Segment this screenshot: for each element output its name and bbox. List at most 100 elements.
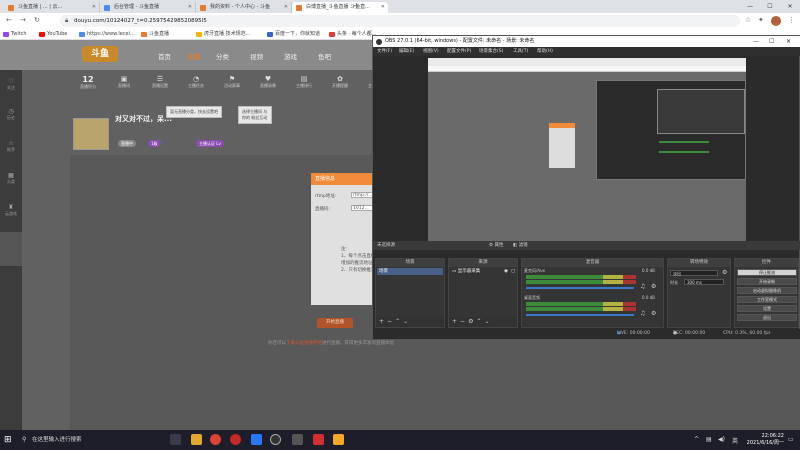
down-icon[interactable]: ⌄ — [403, 318, 411, 325]
close-tab-icon[interactable]: ✕ — [188, 2, 192, 13]
virtual-camera-button[interactable]: 启动虚拟摄像机 — [737, 287, 797, 294]
ime-icon[interactable]: 英 — [732, 436, 738, 445]
stat-item[interactable]: ✿ 开播提醒 — [322, 75, 358, 89]
menu-icon[interactable]: ⋮ — [788, 16, 795, 24]
menu-profile[interactable]: 配置文件(P) — [447, 47, 471, 56]
app-icon[interactable] — [333, 434, 344, 445]
network-icon[interactable]: ▤ — [706, 436, 712, 443]
netease-music-icon[interactable] — [230, 434, 241, 445]
tray-chevron-icon[interactable]: ^ — [694, 436, 699, 443]
volume-icon[interactable]: ◀) — [718, 436, 725, 443]
minimize-icon[interactable]: — — [740, 0, 760, 13]
chrome-icon[interactable] — [210, 434, 221, 445]
sidebar-item-category[interactable]: ▦ 分类 — [0, 172, 22, 185]
obs-preview[interactable] — [428, 58, 746, 241]
bookmark-item[interactable]: 虎牙直播 技术规范... — [195, 29, 250, 40]
gear-icon[interactable]: ⚙ — [722, 269, 727, 276]
task-view-icon[interactable] — [170, 434, 181, 445]
stop-stream-button[interactable]: 停止推流 — [737, 269, 797, 276]
taskbar-clock[interactable]: 22:06:22 2021/6/16/周一 — [747, 433, 784, 447]
speaker-icon[interactable]: ♫ — [640, 283, 645, 290]
nav-yuba[interactable]: 鱼吧 — [318, 51, 331, 61]
address-bar[interactable]: 🔒︎ douyu.com/10124027_t=0.25975429852089… — [60, 15, 740, 27]
eye-icon[interactable]: ◉ — [504, 268, 508, 275]
bookmark-item[interactable]: https://www.lecei... — [78, 29, 135, 40]
add-icon[interactable]: + — [379, 318, 387, 325]
profile-avatar[interactable] — [771, 16, 781, 26]
close-icon[interactable]: ✕ — [786, 36, 791, 47]
forward-icon[interactable]: → — [20, 16, 26, 24]
windows-start-icon[interactable]: ⊞ — [4, 435, 12, 445]
sidebar-item-follow[interactable]: ♡ 关注 — [0, 78, 22, 91]
terminal-icon[interactable] — [292, 434, 303, 445]
app-icon[interactable] — [313, 434, 324, 445]
menu-file[interactable]: 文件(F) — [377, 47, 392, 56]
close-icon[interactable]: ✕ — [780, 0, 800, 13]
maximize-icon[interactable]: ☐ — [769, 36, 774, 47]
nav-live[interactable]: 直播 — [187, 51, 200, 61]
exit-button[interactable]: 退出 — [737, 314, 797, 321]
lock-icon[interactable]: ▢ — [511, 268, 515, 275]
up-icon[interactable]: ⌃ — [395, 318, 403, 325]
minimize-icon[interactable]: — — [753, 36, 759, 47]
extensions-icon[interactable]: ✦ — [758, 16, 764, 24]
studio-mode-button[interactable]: 工作室模式 — [737, 296, 797, 303]
browser-tab[interactable]: 后台管理 - 斗鱼直播 ✕ — [100, 2, 196, 13]
bookmark-item[interactable]: Twitch — [2, 29, 27, 40]
room-title[interactable]: 对又对不过，呆... — [115, 114, 172, 124]
stat-item[interactable]: ♥ 直播录像 — [250, 75, 286, 89]
stat-item[interactable]: ⚑ 活动赛事 — [214, 75, 250, 89]
duration-input[interactable]: 300 ms — [684, 279, 724, 285]
stat-item[interactable]: ▣ 直播间 — [106, 75, 142, 89]
file-explorer-icon[interactable] — [191, 434, 202, 445]
browser-tab-active[interactable]: 白博直播_斗鱼直播 斗鱼直... ✕ — [292, 2, 388, 13]
taskbar-search[interactable]: ⚲ 在这里输入进行搜索 — [22, 433, 162, 447]
sidebar-scroll-handle[interactable] — [0, 232, 22, 266]
volume-slider[interactable] — [526, 287, 634, 289]
nav-home[interactable]: 首页 — [158, 51, 171, 61]
bookmark-star-icon[interactable]: ☆ — [745, 16, 751, 24]
speaker-icon[interactable]: ♫ — [640, 310, 645, 317]
stat-item[interactable]: ▤ 主播排行 — [286, 75, 322, 89]
douyu-logo[interactable]: 斗鱼 — [82, 46, 118, 62]
notifications-icon[interactable]: ▭ — [788, 436, 794, 443]
menu-tools[interactable]: 工具(T) — [513, 47, 528, 56]
sidebar-item-recommend[interactable]: ☆ 推荐 — [0, 140, 22, 153]
close-tab-icon[interactable]: ✕ — [381, 2, 385, 13]
down-icon[interactable]: ⌄ — [484, 318, 492, 325]
obs-icon[interactable] — [270, 434, 281, 445]
maximize-icon[interactable]: ☐ — [760, 0, 780, 13]
gear-icon[interactable]: ⚙ — [651, 283, 656, 290]
properties-button[interactable]: ⚙ 属性 — [489, 241, 503, 250]
bookmark-item[interactable]: YouTube — [38, 29, 67, 40]
browser-tab[interactable]: 我的资料 - 个人中心 - 斗鱼 ✕ — [196, 2, 292, 13]
bookmark-item[interactable]: 头条 · 每个人都... — [328, 29, 377, 40]
start-recording-button[interactable]: 开始录制 — [737, 278, 797, 285]
nav-category[interactable]: 分类 — [216, 51, 229, 61]
sidebar-item-history[interactable]: ◷ 历史 — [0, 108, 22, 121]
room-cover-image[interactable] — [73, 118, 109, 150]
remove-icon[interactable]: − — [460, 318, 468, 325]
start-live-button[interactable]: 开始直播 — [317, 318, 353, 328]
remove-icon[interactable]: − — [387, 318, 395, 325]
stat-item[interactable]: ☰ 直播设置 — [142, 75, 178, 89]
gear-icon[interactable]: ⚙ — [651, 310, 656, 317]
volume-slider[interactable] — [526, 314, 634, 316]
menu-edit[interactable]: 编辑(E) — [399, 47, 414, 56]
stat-item[interactable]: ◔ 主播任务 — [178, 75, 214, 89]
scene-item[interactable]: 场景 — [377, 268, 443, 275]
bookmark-item[interactable]: 斗鱼直播 — [140, 29, 169, 40]
nav-game[interactable]: 游戏 — [284, 51, 297, 61]
settings-button[interactable]: 设置 — [737, 305, 797, 312]
back-icon[interactable]: ← — [6, 16, 12, 24]
app-icon[interactable] — [251, 434, 262, 445]
add-icon[interactable]: + — [452, 318, 460, 325]
filters-button[interactable]: ◧ 滤镜 — [513, 241, 528, 250]
bookmark-item[interactable]: 百度一下，你就知道 — [266, 29, 320, 40]
nav-video[interactable]: 视频 — [250, 51, 263, 61]
menu-scene-collection[interactable]: 场景集合(S) — [479, 47, 503, 56]
menu-view[interactable]: 视图(V) — [423, 47, 439, 56]
menu-help[interactable]: 帮助(H) — [537, 47, 553, 56]
browser-tab[interactable]: 斗鱼直播 | ... | 云... ✕ — [4, 2, 100, 13]
reload-icon[interactable]: ↻ — [34, 16, 40, 24]
